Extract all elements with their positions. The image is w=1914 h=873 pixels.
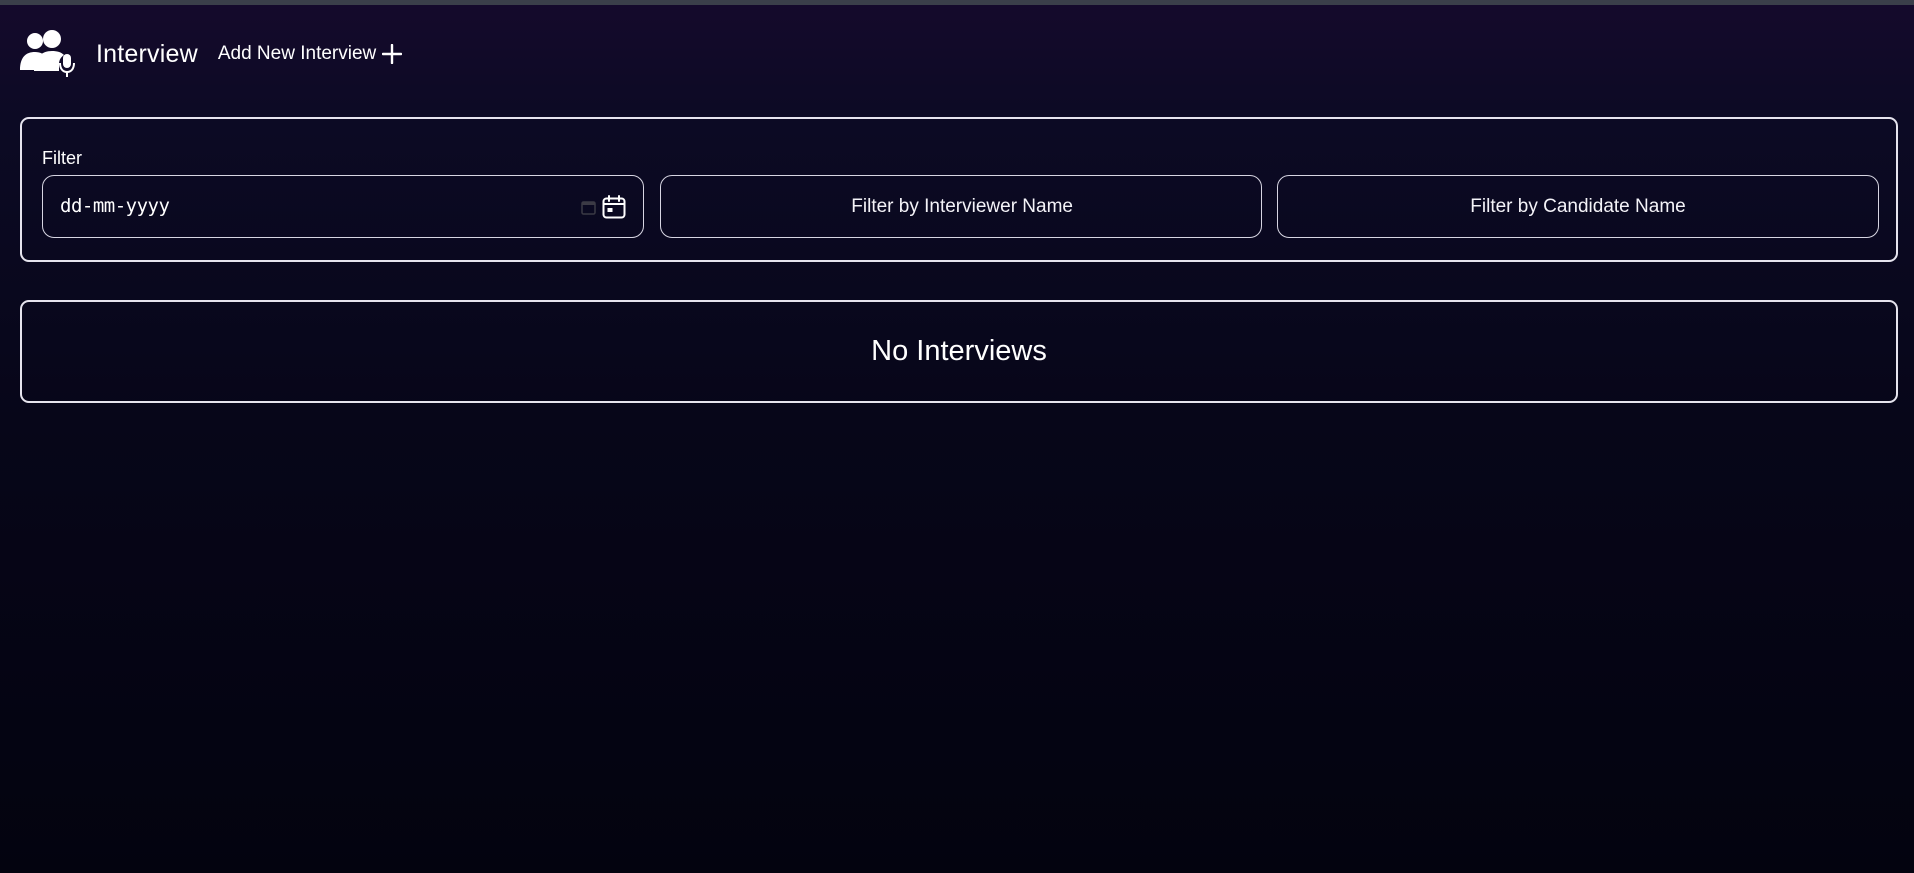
empty-state-message: No Interviews	[871, 335, 1047, 367]
date-picker-indicator-icon[interactable]	[581, 200, 596, 215]
add-new-interview-button[interactable]: Add New Interview	[217, 43, 403, 65]
candidate-name-filter-input[interactable]: Filter by Candidate Name	[1277, 175, 1879, 238]
filter-label: Filter	[42, 148, 82, 168]
date-filter-placeholder: dd-mm-yyyy	[60, 195, 170, 217]
users-mic-icon	[20, 30, 78, 78]
browser-top-strip	[0, 0, 1914, 5]
interview-list-panel: No Interviews	[20, 300, 1898, 403]
plus-icon	[382, 44, 403, 64]
calendar-icon[interactable]	[601, 194, 627, 220]
candidate-name-filter-placeholder: Filter by Candidate Name	[1470, 196, 1686, 217]
add-new-interview-label: Add New Interview	[217, 43, 377, 64]
page-header: Interview Add New Interview	[20, 30, 403, 78]
date-filter-input[interactable]: dd-mm-yyyy	[42, 175, 644, 238]
interviewer-name-filter-placeholder: Filter by Interviewer Name	[851, 196, 1073, 217]
page-title: Interview	[96, 39, 198, 68]
interviewer-name-filter-input[interactable]: Filter by Interviewer Name	[660, 175, 1262, 238]
filter-panel: Filter dd-mm-yyyy Filter by Interviewer …	[20, 117, 1898, 262]
